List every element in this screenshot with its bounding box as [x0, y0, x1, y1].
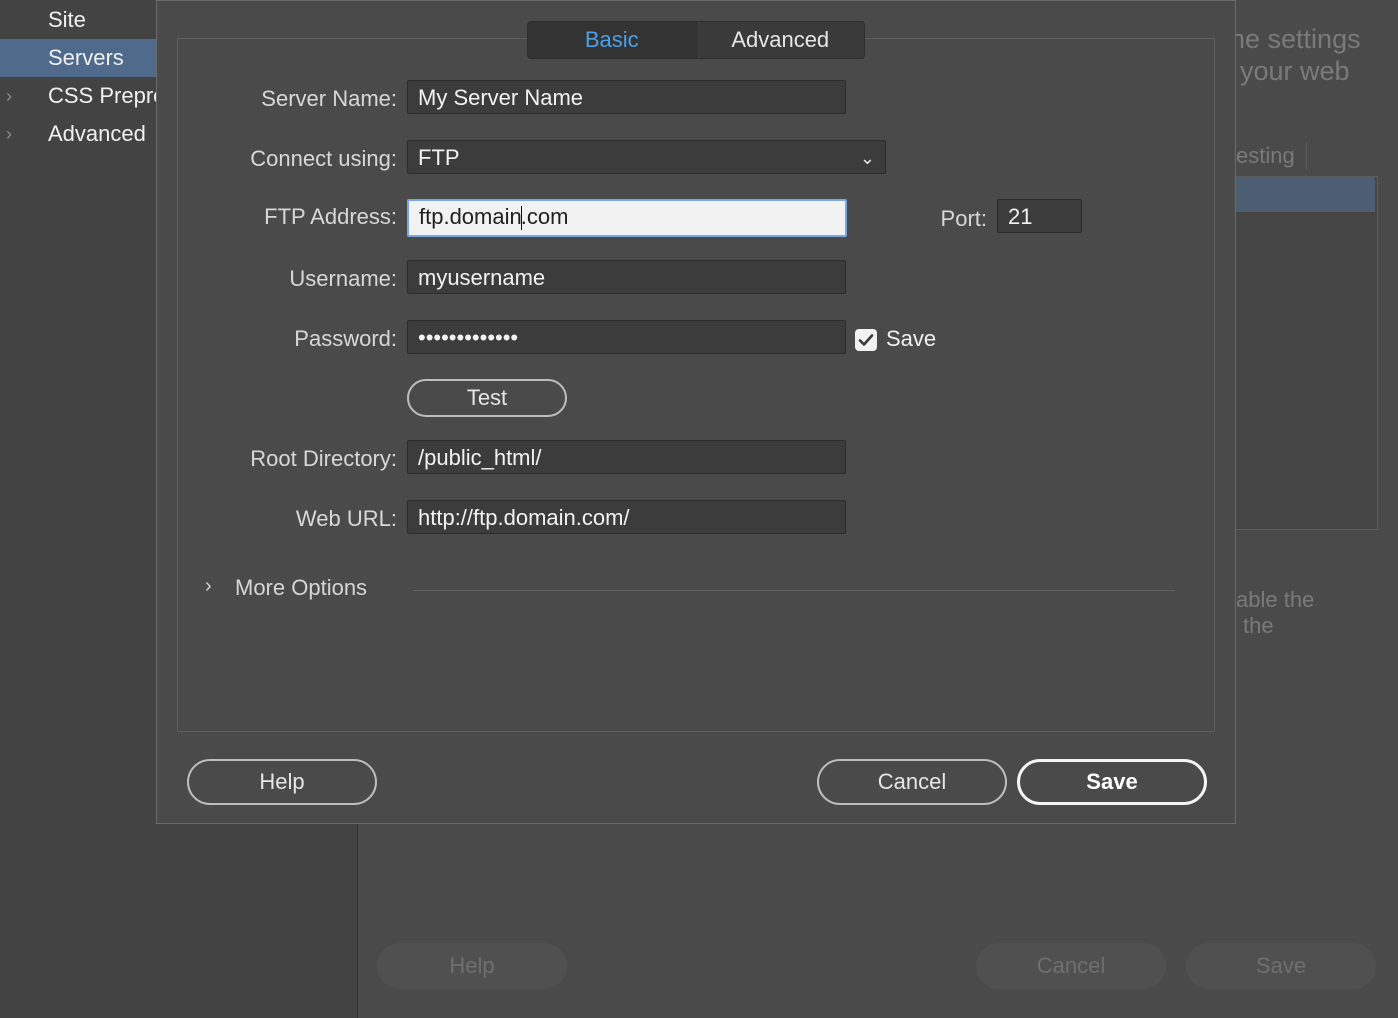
save-button[interactable]: Save [1017, 759, 1207, 805]
checkmark-icon [858, 334, 874, 346]
ftp-address-value-after-caret: .com [520, 204, 569, 229]
server-name-label: Server Name: [261, 86, 397, 111]
background-description-line: your web [1240, 56, 1350, 86]
background-server-row-selected [1228, 177, 1375, 212]
server-setup-dialog: Basic Advanced Server Name: My Server Na… [156, 0, 1236, 824]
port-label: Port: [940, 206, 987, 231]
help-button[interactable]: Help [187, 759, 377, 805]
cancel-button[interactable]: Cancel [817, 759, 1007, 805]
tab-basic[interactable]: Basic [528, 22, 697, 58]
sidebar-item-label: CSS Prepro [48, 83, 166, 108]
tab-advanced[interactable]: Advanced [697, 22, 865, 58]
sidebar-item-advanced[interactable]: › Advanced [0, 115, 160, 153]
connect-using-label: Connect using: [250, 146, 397, 171]
username-label: Username: [289, 266, 397, 291]
chevron-down-icon: ⌄ [859, 148, 875, 168]
sidebar-item-label: Site [48, 7, 86, 32]
sidebar-item-css-preprocessors[interactable]: › CSS Prepro [0, 77, 165, 115]
sidebar-item-servers[interactable]: Servers [0, 39, 160, 77]
chevron-right-icon[interactable]: › [205, 575, 212, 598]
ftp-address-label: FTP Address: [264, 204, 397, 229]
sidebar-item-label: Advanced [48, 121, 146, 146]
test-button[interactable]: Test [407, 379, 567, 417]
web-url-label: Web URL: [295, 506, 397, 531]
root-directory-label: Root Directory: [250, 446, 397, 471]
password-label: Password: [294, 326, 397, 351]
server-name-input[interactable]: My Server Name [407, 80, 846, 114]
background-description-line: able the [1236, 587, 1315, 612]
tab-bar: Basic Advanced [527, 21, 865, 59]
more-options-toggle[interactable]: More Options [235, 575, 367, 601]
username-input[interactable]: myusername [407, 260, 846, 294]
background-tab-fragment: esting [1236, 143, 1295, 168]
save-password-label[interactable]: Save [886, 326, 936, 352]
sidebar-item-site[interactable]: Site [0, 1, 160, 39]
background-server-list [1228, 176, 1378, 530]
port-input[interactable]: 21 [997, 199, 1082, 233]
save-password-checkbox[interactable] [855, 329, 877, 351]
web-url-input[interactable]: http://ftp.domain.com/ [407, 500, 846, 534]
chevron-right-icon[interactable]: › [6, 115, 12, 153]
connect-using-select[interactable]: FTP ⌄ [407, 140, 886, 174]
password-input[interactable]: ••••••••••••• [407, 320, 846, 354]
root-directory-input[interactable]: /public_html/ [407, 440, 846, 474]
background-help-button: Help [377, 943, 567, 989]
background-description-line: he settings [1230, 24, 1361, 54]
chevron-right-icon[interactable]: › [6, 77, 12, 115]
more-options-divider [413, 590, 1175, 591]
ftp-address-value-before-caret: ftp.domain [419, 204, 522, 229]
background-description-line: the [1243, 613, 1274, 638]
background-tab-divider [1306, 142, 1307, 170]
background-save-button: Save [1186, 943, 1376, 989]
connect-using-value: FTP [418, 145, 460, 170]
sidebar-item-label: Servers [48, 45, 124, 70]
background-cancel-button: Cancel [976, 943, 1166, 989]
